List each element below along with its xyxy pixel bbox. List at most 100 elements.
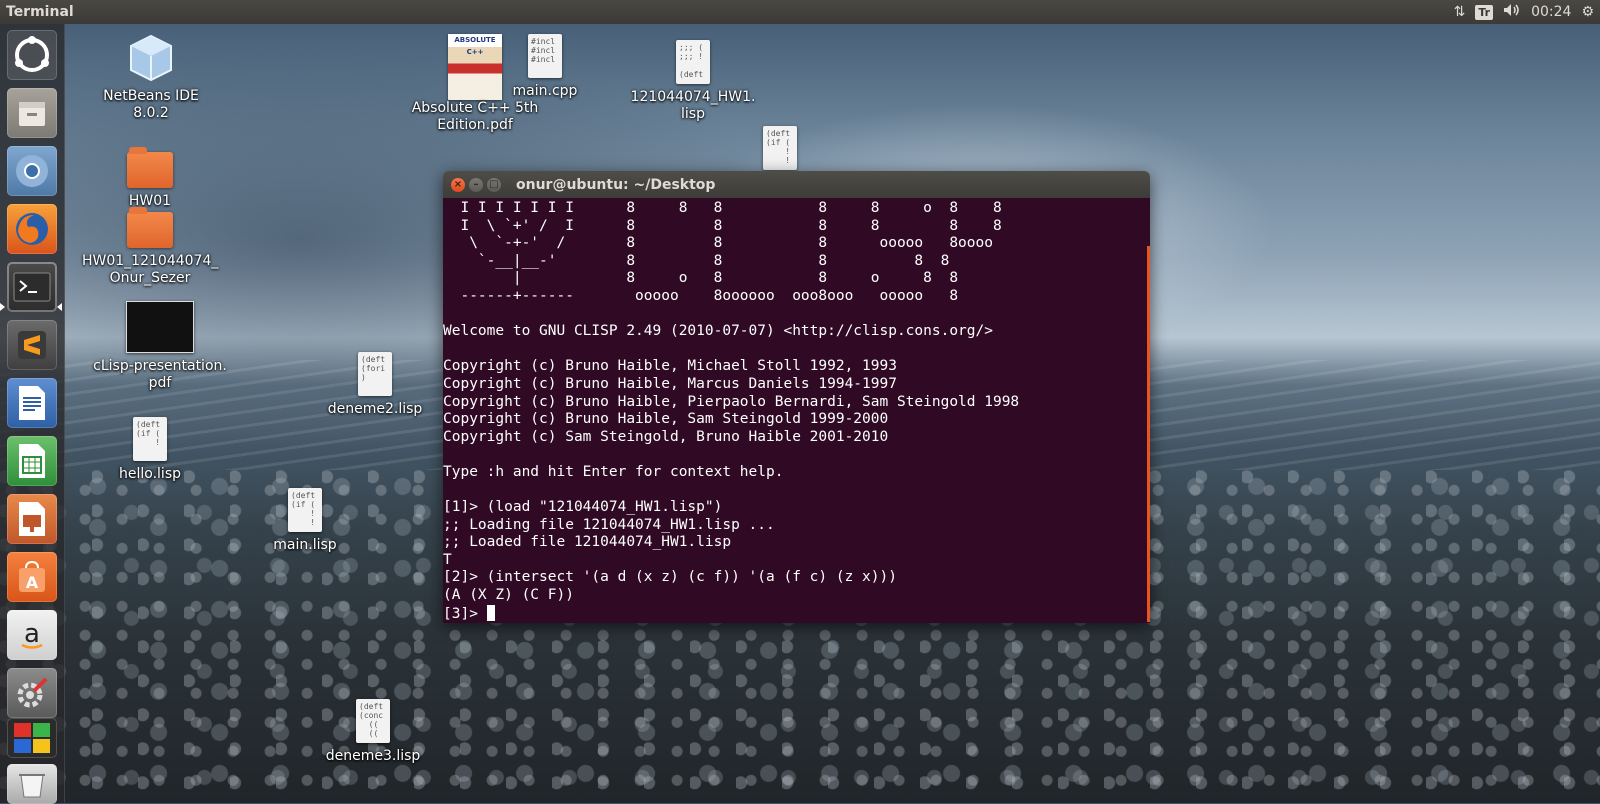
svg-text:A: A bbox=[26, 573, 39, 592]
workspace-switcher-icon[interactable] bbox=[7, 718, 57, 758]
desktop-icon-deneme2-lisp[interactable]: (deft (fori ) deneme2.lisp bbox=[320, 352, 430, 418]
terminal-line: I I I I I I I 8 8 8 8 8 o 8 8 bbox=[443, 200, 1002, 216]
book-cover-icon: ABSOLUTE C++ bbox=[448, 34, 502, 100]
desktop-icon-hw01[interactable]: HW01 bbox=[110, 147, 190, 210]
launcher: A a bbox=[0, 24, 65, 804]
terminal-line: (A (X Z) (C F)) bbox=[443, 587, 574, 604]
terminal-line: Copyright (c) Bruno Haible, Marcus Danie… bbox=[443, 375, 897, 392]
desktop-icon-netbeans[interactable]: NetBeans IDE 8.0.2 bbox=[86, 33, 216, 122]
desktop-icon-label: NetBeans IDE 8.0.2 bbox=[103, 88, 199, 121]
terminal-line: Copyright (c) Sam Steingold, Bruno Haibl… bbox=[443, 428, 889, 445]
top-panel: Terminal ⇅ Tr 00:24 ⚙ bbox=[0, 0, 1600, 24]
scrollbar[interactable] bbox=[1147, 246, 1150, 622]
desktop-icon-label: main.cpp bbox=[512, 83, 578, 99]
desktop-icon-hw1-lisp[interactable]: ;;; ( ;;; ! (deft 121044074_HW1. lisp bbox=[618, 40, 768, 123]
minimize-icon[interactable]: – bbox=[469, 177, 483, 192]
terminal-lines: I I I I I I I 8 8 8 8 8 o 8 8 I \ `+' / … bbox=[443, 200, 1150, 605]
terminal-line: [2]> (intersect '(a d (x z) (c f)) '(a (… bbox=[443, 569, 897, 586]
keyboard-icon[interactable]: Tr bbox=[1475, 4, 1494, 20]
active-indicator bbox=[57, 303, 62, 311]
desktop-icon-label-line2: lisp bbox=[681, 106, 705, 122]
chromium-icon[interactable] bbox=[7, 146, 57, 196]
close-icon[interactable]: × bbox=[451, 177, 465, 192]
volume-icon[interactable] bbox=[1503, 3, 1521, 21]
desktop-icon-main-cpp[interactable]: #incl #incl #incl main.cpp bbox=[500, 34, 590, 100]
folder-icon bbox=[127, 207, 173, 248]
indicator-area: ⇅ Tr 00:24 ⚙ bbox=[1454, 3, 1600, 21]
terminal-line: [1]> (load "121044074_HW1.lisp") bbox=[443, 499, 723, 516]
terminal-prompt: [3]> bbox=[443, 605, 487, 622]
terminal-line: T bbox=[443, 551, 452, 568]
libreoffice-writer-icon[interactable] bbox=[7, 378, 57, 428]
terminal-line: I \ `+' / I 8 8 8 8 8 8 bbox=[443, 217, 1002, 234]
terminal-line: | 8 o 8 8 o 8 8 bbox=[443, 270, 959, 287]
terminal-line: ;; Loaded file 121044074_HW1.lisp bbox=[443, 534, 732, 551]
running-indicator bbox=[0, 303, 5, 311]
lisp-file-icon: (deft (if ( ! ! bbox=[288, 488, 322, 532]
netbeans-icon bbox=[130, 34, 172, 82]
terminal-line: ------+------ ooooo 8oooooo ooo8ooo oooo… bbox=[443, 287, 959, 304]
terminal-line: Welcome to GNU CLISP 2.49 (2010-07-07) <… bbox=[443, 323, 993, 340]
text-cursor bbox=[486, 604, 495, 621]
svg-text:a: a bbox=[24, 619, 40, 649]
files-icon[interactable] bbox=[7, 88, 57, 138]
libreoffice-calc-icon[interactable] bbox=[7, 436, 57, 486]
maximize-icon[interactable]: □ bbox=[487, 177, 501, 192]
desktop-icon-label-line1: cLisp-presentation. bbox=[93, 358, 227, 374]
system-settings-icon[interactable] bbox=[7, 668, 57, 718]
desktop-icon-label: deneme3.lisp bbox=[325, 748, 421, 764]
desktop-icon-label-line1: HW01_121044074_ bbox=[82, 253, 219, 269]
cpp-file-icon: #incl #incl #incl bbox=[528, 34, 562, 78]
lisp-file-icon: (deft (if ( ! bbox=[133, 417, 167, 461]
libreoffice-impress-icon[interactable] bbox=[7, 494, 57, 544]
desktop-icon-unnamed-lisp[interactable]: (deft (if ( ! ! bbox=[760, 126, 800, 175]
pdf-thumbnail bbox=[126, 301, 194, 353]
lisp-file-icon: (deft (conc (( (( bbox=[356, 699, 390, 743]
firefox-icon[interactable] bbox=[7, 204, 57, 254]
desktop-icon-label: deneme2.lisp bbox=[327, 401, 423, 417]
trash-icon[interactable] bbox=[7, 764, 57, 804]
folder-icon bbox=[127, 147, 173, 188]
terminal-output[interactable]: I I I I I I I 8 8 8 8 8 o 8 8 I \ `+' / … bbox=[443, 198, 1150, 623]
lisp-file-icon: (deft (fori ) bbox=[358, 352, 392, 396]
terminal-icon[interactable] bbox=[7, 262, 57, 312]
desktop-icon-label-line1: 121044074_HW1. bbox=[630, 89, 756, 105]
desktop-icon-main-lisp[interactable]: (deft (if ( ! ! main.lisp bbox=[265, 488, 345, 554]
terminal-line: ;; Loading file 121044074_HW1.lisp ... bbox=[443, 516, 775, 533]
desktop-icon-clisp-presentation[interactable]: cLisp-presentation. pdf bbox=[90, 301, 230, 392]
desktop-icon-label: HW01 bbox=[128, 193, 172, 209]
desktop-icon-hello-lisp[interactable]: (deft (if ( ! hello.lisp bbox=[110, 417, 190, 483]
terminal-titlebar[interactable]: × – □ onur@ubuntu: ~/Desktop bbox=[443, 171, 1150, 198]
network-icon[interactable]: ⇅ bbox=[1454, 4, 1466, 20]
terminal-line: Type :h and hit Enter for context help. bbox=[443, 463, 784, 480]
desktop-icon-label-line2: Edition.pdf bbox=[437, 117, 513, 133]
clock[interactable]: 00:24 bbox=[1531, 4, 1571, 20]
terminal-line: Copyright (c) Bruno Haible, Pierpaolo Be… bbox=[443, 393, 1020, 410]
desktop-icon-hw01-named[interactable]: HW01_121044074_ Onur_Sezer bbox=[82, 207, 219, 287]
software-center-icon[interactable]: A bbox=[7, 552, 57, 602]
terminal-title: onur@ubuntu: ~/Desktop bbox=[516, 176, 716, 193]
terminal-line: `-__|__-' 8 8 8 8 8 bbox=[443, 252, 950, 269]
terminal-line: Copyright (c) Bruno Haible, Sam Steingol… bbox=[443, 411, 889, 428]
terminal-line: \ `-+-' / 8 8 8 ooooo 8oooo bbox=[443, 235, 993, 252]
sublime-text-icon[interactable] bbox=[7, 320, 57, 370]
desktop-icon-label-line2: Onur_Sezer bbox=[109, 270, 191, 286]
active-app-title: Terminal bbox=[6, 4, 74, 20]
desktop-icon-label-line1: Absolute C++ 5th bbox=[411, 100, 539, 116]
dash-icon[interactable] bbox=[7, 30, 57, 80]
terminal-prompt-line[interactable]: [3]> bbox=[443, 604, 1150, 623]
gear-icon[interactable]: ⚙ bbox=[1581, 4, 1594, 20]
terminal-line: Copyright (c) Bruno Haible, Michael Stol… bbox=[443, 358, 897, 375]
amazon-icon[interactable]: a bbox=[7, 610, 57, 660]
terminal-window[interactable]: × – □ onur@ubuntu: ~/Desktop I I I I I I… bbox=[443, 171, 1150, 623]
desktop-icon-label-line2: pdf bbox=[148, 375, 172, 391]
desktop-icon-label: hello.lisp bbox=[119, 466, 181, 482]
lisp-file-icon: ;;; ( ;;; ! (deft bbox=[676, 40, 710, 84]
lisp-file-icon: (deft (if ( ! ! bbox=[763, 126, 797, 170]
desktop-icon-label: main.lisp bbox=[273, 537, 337, 553]
desktop-icon-deneme3-lisp[interactable]: (deft (conc (( (( deneme3.lisp bbox=[318, 699, 428, 765]
